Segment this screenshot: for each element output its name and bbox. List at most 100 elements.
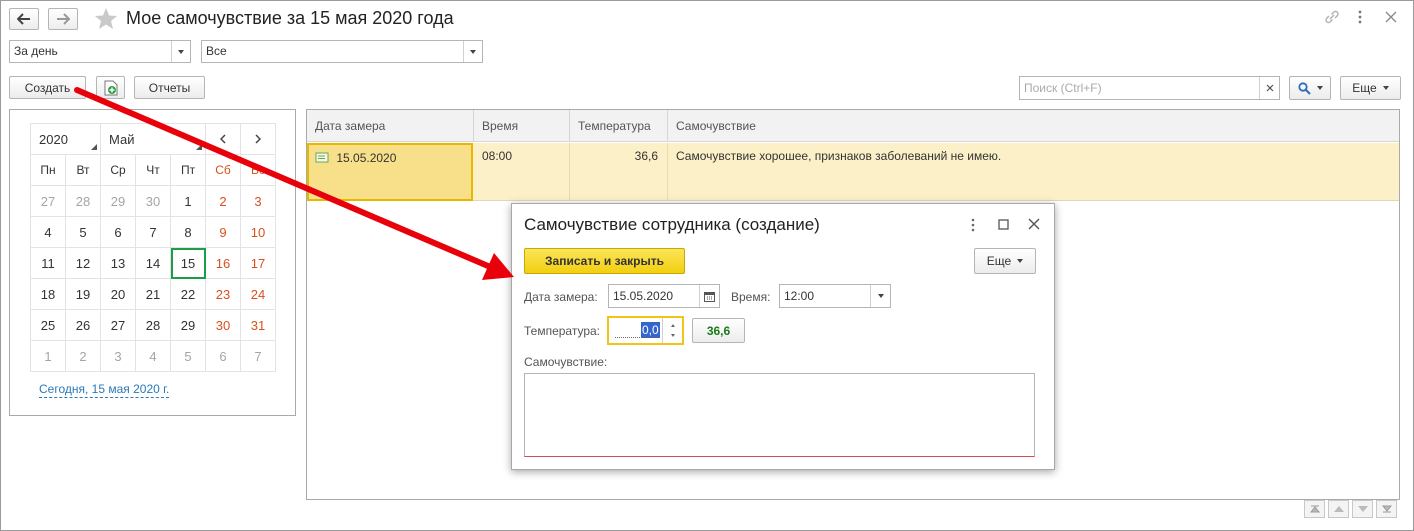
calendar-day[interactable]: 25	[30, 309, 66, 341]
calendar-day[interactable]: 21	[135, 278, 171, 310]
corner-triangle-icon	[196, 144, 202, 150]
more-vertical-icon[interactable]	[1357, 9, 1363, 28]
chevron-down-icon[interactable]	[870, 285, 890, 307]
next-month-button[interactable]	[240, 123, 276, 155]
calendar-day[interactable]: 1	[170, 185, 206, 217]
temperature-preset-button[interactable]: 36,6	[692, 318, 745, 343]
column-header-wellbeing[interactable]: Самочувствие	[668, 110, 1399, 142]
table-row[interactable]: 15.05.2020 08:00 36,6 Самочувствие хорош…	[307, 143, 1399, 201]
calendar-day[interactable]: 28	[135, 309, 171, 341]
calendar-day[interactable]: 28	[65, 185, 101, 217]
calendar-day[interactable]: 30	[205, 309, 241, 341]
chevron-down-icon[interactable]	[463, 41, 482, 62]
today-link[interactable]: Сегодня, 15 мая 2020 г.	[39, 382, 170, 398]
calendar-day[interactable]: 23	[205, 278, 241, 310]
reports-button[interactable]: Отчеты	[134, 76, 205, 99]
time-label: Время:	[731, 290, 771, 304]
back-button[interactable]	[9, 8, 39, 30]
calendar-day[interactable]: 2	[65, 340, 101, 372]
search-button[interactable]	[1289, 76, 1331, 100]
favorite-star-icon[interactable]	[94, 7, 118, 33]
temperature-field[interactable]: 0,0	[607, 316, 684, 345]
calendar-day[interactable]: 13	[100, 247, 136, 279]
calendar-day[interactable]: 4	[135, 340, 171, 372]
time-field-value: 12:00	[784, 289, 815, 303]
calendar-day[interactable]: 27	[100, 309, 136, 341]
calendar-day[interactable]: 27	[30, 185, 66, 217]
column-header-temperature[interactable]: Температура	[570, 110, 668, 142]
more-button[interactable]: Еще	[1340, 76, 1401, 100]
create-button[interactable]: Создать	[9, 76, 86, 99]
calendar-day[interactable]: 7	[240, 340, 276, 372]
time-field[interactable]: 12:00	[779, 284, 891, 308]
weekday-header: Пн	[30, 154, 66, 186]
close-icon[interactable]	[1028, 218, 1040, 233]
calendar-day[interactable]: 31	[240, 309, 276, 341]
chevron-down-icon	[1382, 86, 1389, 90]
more-vertical-icon[interactable]	[970, 218, 976, 235]
calendar-day[interactable]: 2	[205, 185, 241, 217]
column-header-date[interactable]: Дата замера	[307, 110, 474, 142]
date-label: Дата замера:	[524, 290, 598, 304]
link-icon[interactable]	[1323, 9, 1341, 28]
spinner-icon	[671, 324, 675, 337]
calendar-day[interactable]: 5	[170, 340, 206, 372]
calendar-day[interactable]: 7	[135, 216, 171, 248]
save-and-close-button[interactable]: Записать и закрыть	[524, 248, 685, 274]
calendar-year[interactable]: 2020	[30, 123, 101, 155]
scope-select[interactable]: Все	[201, 40, 483, 63]
calendar-day[interactable]: 6	[205, 340, 241, 372]
calendar-month[interactable]: Май	[100, 123, 206, 155]
calendar-day[interactable]: 3	[100, 340, 136, 372]
calendar-day[interactable]: 11	[30, 247, 66, 279]
scroll-bottom-button[interactable]	[1376, 500, 1397, 518]
wellbeing-label: Самочувствие:	[524, 355, 608, 369]
calendar-day[interactable]: 29	[170, 309, 206, 341]
row-date: 15.05.2020	[336, 151, 397, 165]
search-input[interactable]: Поиск (Ctrl+F)	[1019, 76, 1280, 100]
maximize-icon[interactable]	[998, 219, 1009, 233]
chevron-down-icon[interactable]	[171, 41, 190, 62]
dialog-more-button[interactable]: Еще	[974, 248, 1036, 274]
scroll-down-button[interactable]	[1352, 500, 1373, 518]
calendar-day[interactable]: 3	[240, 185, 276, 217]
calendar-day[interactable]: 12	[65, 247, 101, 279]
scroll-top-button[interactable]	[1304, 500, 1325, 518]
calendar-day[interactable]: 29	[100, 185, 136, 217]
calendar-day-today[interactable]: 15	[170, 247, 206, 279]
calendar-day[interactable]: 4	[30, 216, 66, 248]
temperature-label: Температура:	[524, 324, 601, 338]
close-icon[interactable]	[1385, 11, 1397, 26]
calendar-day[interactable]: 1	[30, 340, 66, 372]
calendar-day[interactable]: 20	[100, 278, 136, 310]
clear-search-icon[interactable]	[1259, 77, 1279, 99]
calendar-day[interactable]: 14	[135, 247, 171, 279]
calendar-day[interactable]: 24	[240, 278, 276, 310]
calendar-day[interactable]: 5	[65, 216, 101, 248]
calendar-day[interactable]: 30	[135, 185, 171, 217]
scroll-up-button[interactable]	[1328, 500, 1349, 518]
calendar-day[interactable]: 17	[240, 247, 276, 279]
calendar-day[interactable]: 9	[205, 216, 241, 248]
table-cell-date[interactable]: 15.05.2020	[307, 143, 473, 201]
temperature-field-value: 0,0	[641, 322, 660, 338]
temperature-spinner[interactable]	[662, 318, 682, 343]
calendar-day[interactable]: 8	[170, 216, 206, 248]
weekday-header: Ср	[100, 154, 136, 186]
calendar-day[interactable]: 10	[240, 216, 276, 248]
calendar-day[interactable]: 16	[205, 247, 241, 279]
calendar-icon[interactable]	[699, 285, 719, 307]
calendar-day[interactable]: 26	[65, 309, 101, 341]
column-header-time[interactable]: Время	[474, 110, 570, 142]
calendar-day[interactable]: 18	[30, 278, 66, 310]
calendar-day[interactable]: 6	[100, 216, 136, 248]
create-copy-button[interactable]	[96, 76, 125, 99]
wellbeing-textarea[interactable]	[524, 373, 1035, 457]
prev-month-button[interactable]	[205, 123, 241, 155]
period-select[interactable]: За день	[9, 40, 191, 63]
weekday-header: Сб	[205, 154, 241, 186]
forward-button[interactable]	[48, 8, 78, 30]
calendar-day[interactable]: 19	[65, 278, 101, 310]
calendar-day[interactable]: 22	[170, 278, 206, 310]
date-field[interactable]: 15.05.2020	[608, 284, 720, 308]
